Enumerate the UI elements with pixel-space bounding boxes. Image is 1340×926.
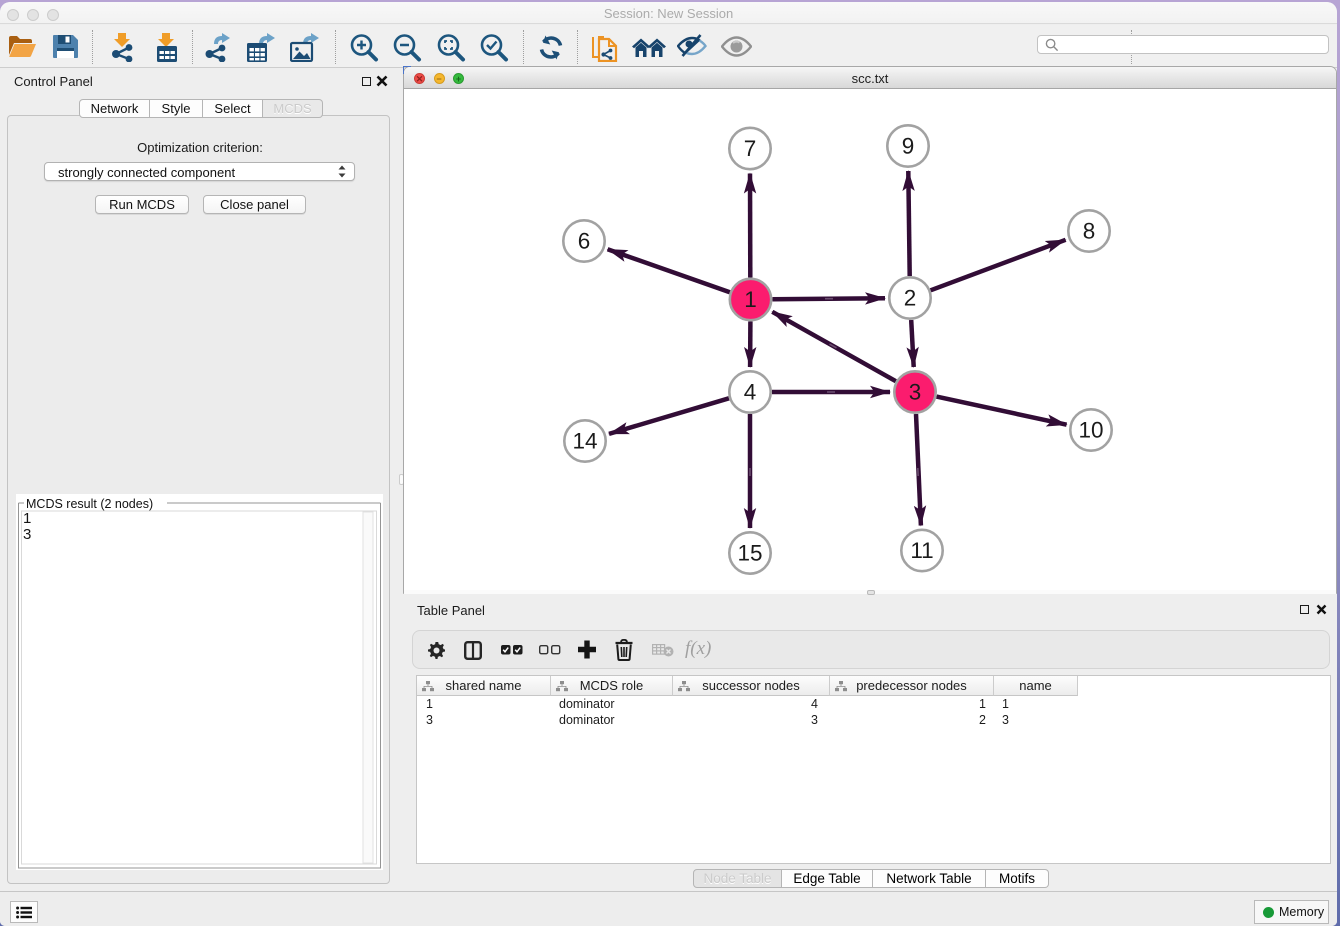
svg-text:9: 9 [902, 134, 915, 159]
svg-text:3: 3 [909, 380, 922, 405]
svg-text:15: 15 [737, 541, 762, 566]
svg-text:8: 8 [1083, 219, 1096, 244]
svg-text:7: 7 [744, 136, 757, 161]
svg-text:6: 6 [578, 229, 591, 254]
svg-text:2: 2 [904, 286, 917, 311]
svg-text:4: 4 [744, 380, 757, 405]
svg-text:11: 11 [910, 538, 933, 563]
svg-text:14: 14 [572, 429, 597, 454]
svg-text:1: 1 [744, 287, 757, 312]
svg-text:10: 10 [1078, 418, 1103, 443]
